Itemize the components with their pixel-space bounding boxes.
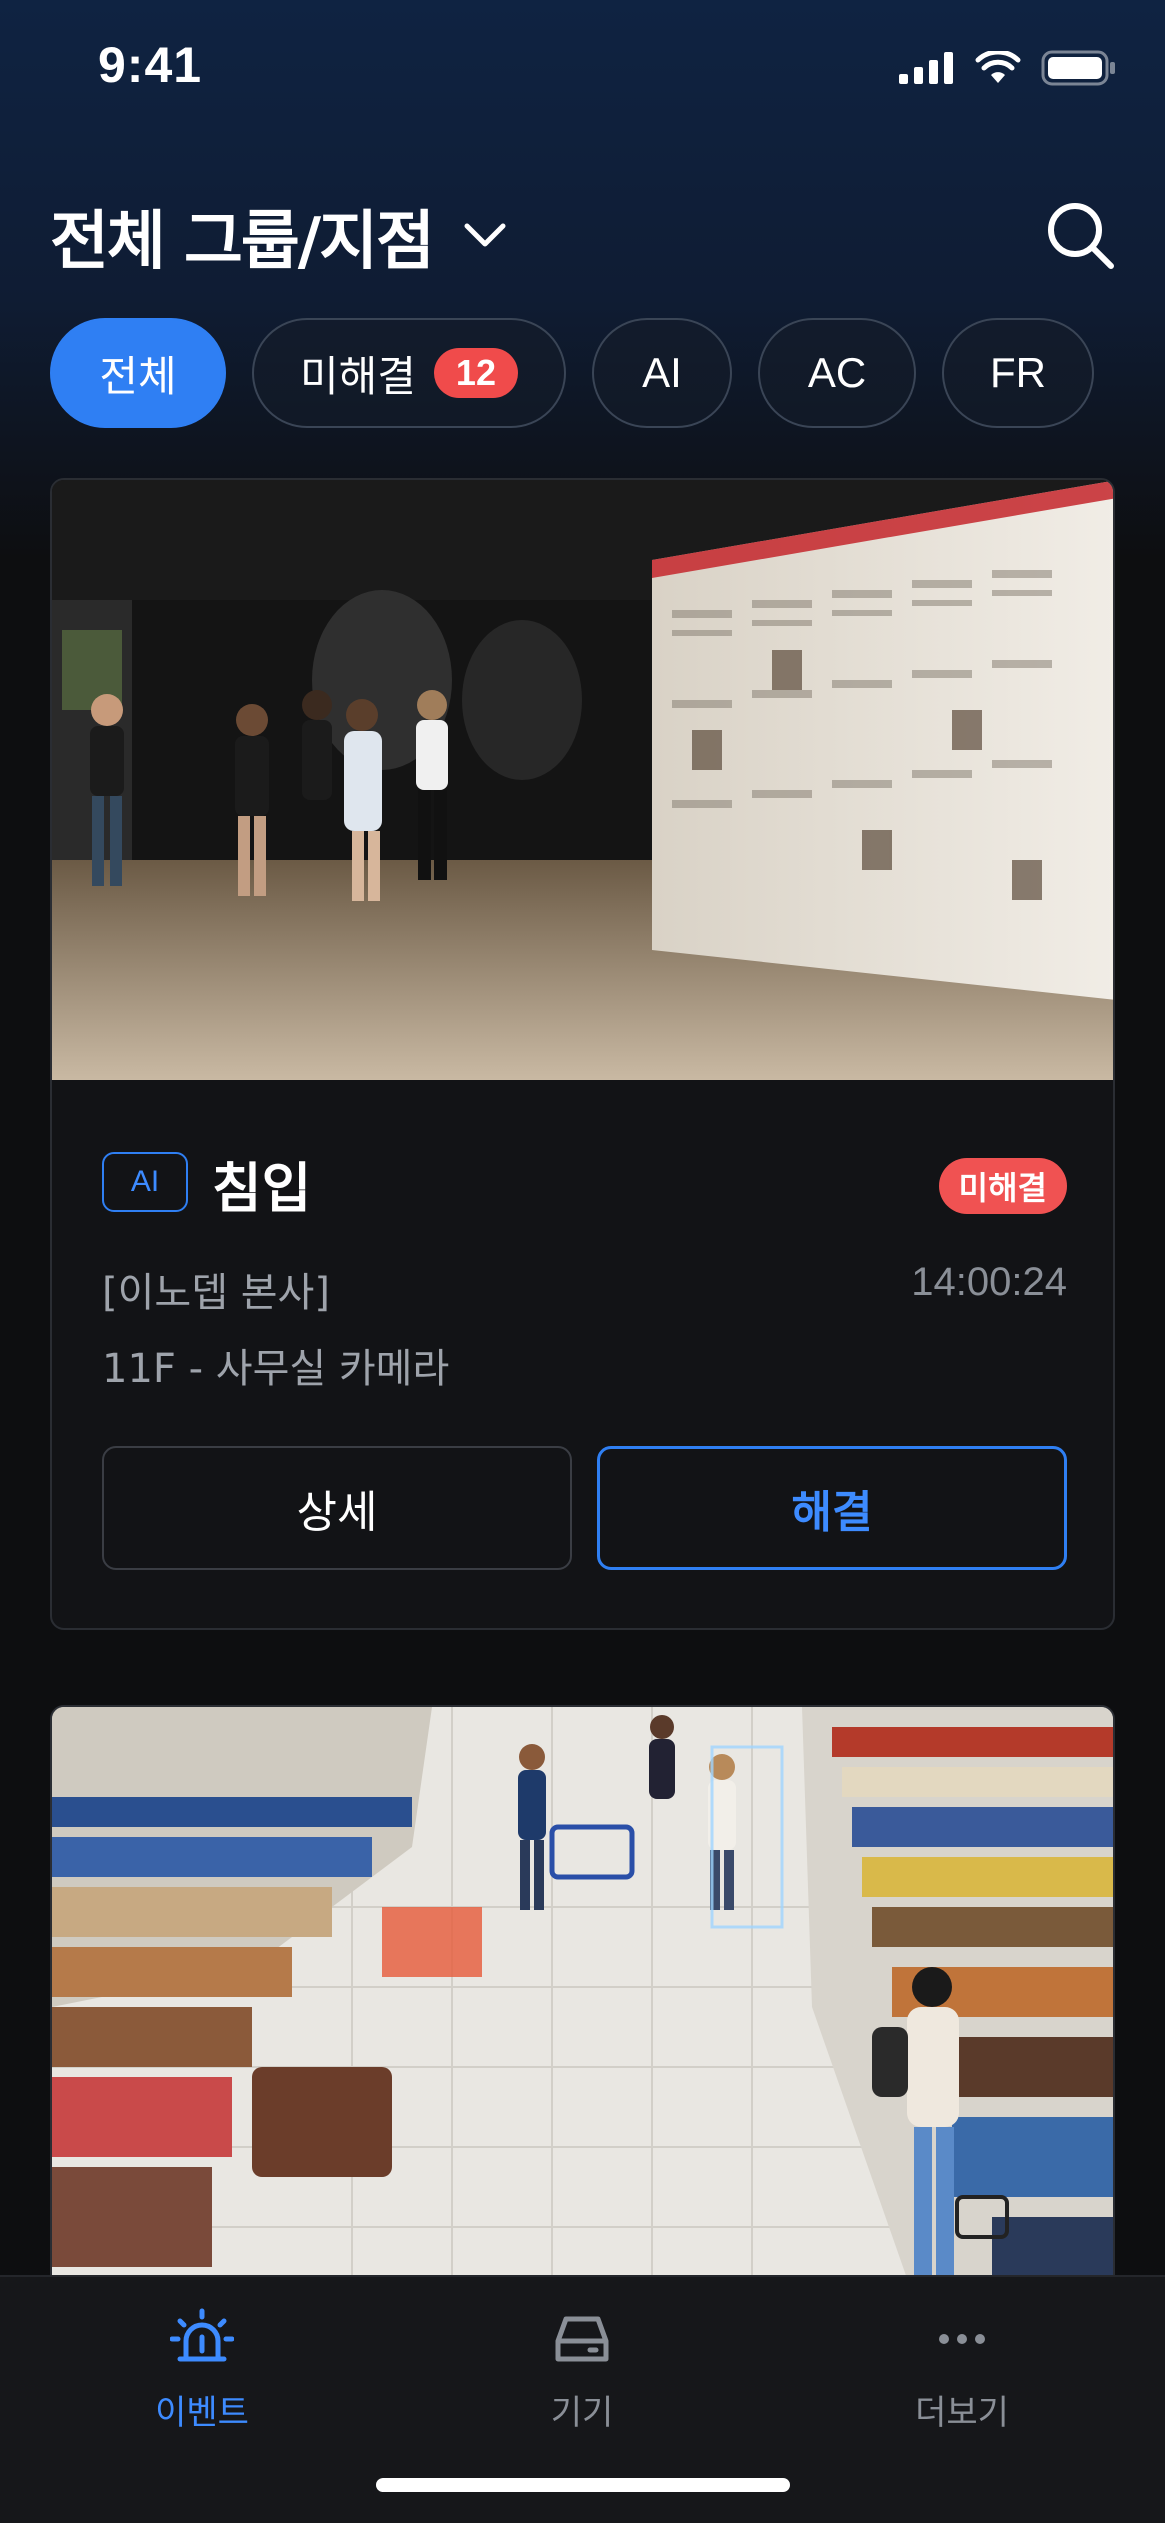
gallery-exhibition-photo (52, 480, 1113, 1080)
tab-events-label: 이벤트 (155, 2393, 249, 2433)
site-name: [이노뎁 본사] (102, 1270, 330, 1316)
filter-chip-unresolved-label: 미해결 (300, 352, 416, 400)
status-icons (899, 50, 1117, 86)
event-card: AI 침입 미해결 [이노뎁 본사] 14:00:24 11F - 사무실 카메… (50, 478, 1115, 1630)
tab-more[interactable]: 더보기 (832, 2307, 1092, 2447)
header: 전체 그룹/지점 (50, 190, 1115, 280)
more-dots-icon (939, 2334, 985, 2344)
search-icon[interactable] (1045, 200, 1115, 270)
resolve-button[interactable]: 해결 (597, 1446, 1067, 1570)
detail-button[interactable]: 상세 (102, 1446, 572, 1570)
camera-name: 11F - 사무실 카메라 (102, 1346, 450, 1392)
tab-more-label: 더보기 (915, 2393, 1009, 2433)
event-snapshot[interactable] (52, 480, 1113, 1080)
home-indicator (376, 2478, 790, 2492)
event-type-tag: AI (102, 1152, 188, 1212)
wifi-icon (975, 51, 1021, 83)
filter-chips: 전체 미해결 12 AI AC FR (50, 318, 1094, 428)
app-screen: 9:41 전체 그룹/지점 전체 미해결 12 AI AC FR AI 침입 미… (0, 0, 1165, 2523)
device-icon (555, 2316, 609, 2362)
event-time: 14:00:24 (911, 1260, 1067, 1304)
filter-chip-fr[interactable]: FR (942, 318, 1094, 428)
event-title: 침입 (212, 1157, 312, 1220)
filter-chip-unresolved[interactable]: 미해결 12 (252, 318, 566, 428)
filter-chip-all[interactable]: 전체 (50, 318, 226, 428)
status-bar: 9:41 (0, 0, 1165, 140)
tab-events[interactable]: 이벤트 (72, 2307, 332, 2447)
filter-chip-ac[interactable]: AC (758, 318, 916, 428)
signal-icon (899, 52, 953, 84)
chevron-down-icon (464, 223, 506, 247)
tab-devices[interactable]: 기기 (452, 2307, 712, 2447)
event-info: AI 침입 미해결 [이노뎁 본사] 14:00:24 11F - 사무실 카메… (52, 1080, 1113, 1628)
page-title: 전체 그룹/지점 (50, 205, 435, 279)
tab-devices-label: 기기 (550, 2393, 614, 2433)
alarm-siren-icon (170, 2308, 234, 2362)
battery-icon (1041, 50, 1115, 86)
unresolved-count-badge: 12 (433, 348, 518, 398)
group-selector[interactable]: 전체 그룹/지점 (50, 190, 507, 282)
status-badge: 미해결 (938, 1158, 1067, 1214)
filter-chip-ai[interactable]: AI (592, 318, 732, 428)
status-time: 9:41 (98, 37, 203, 93)
